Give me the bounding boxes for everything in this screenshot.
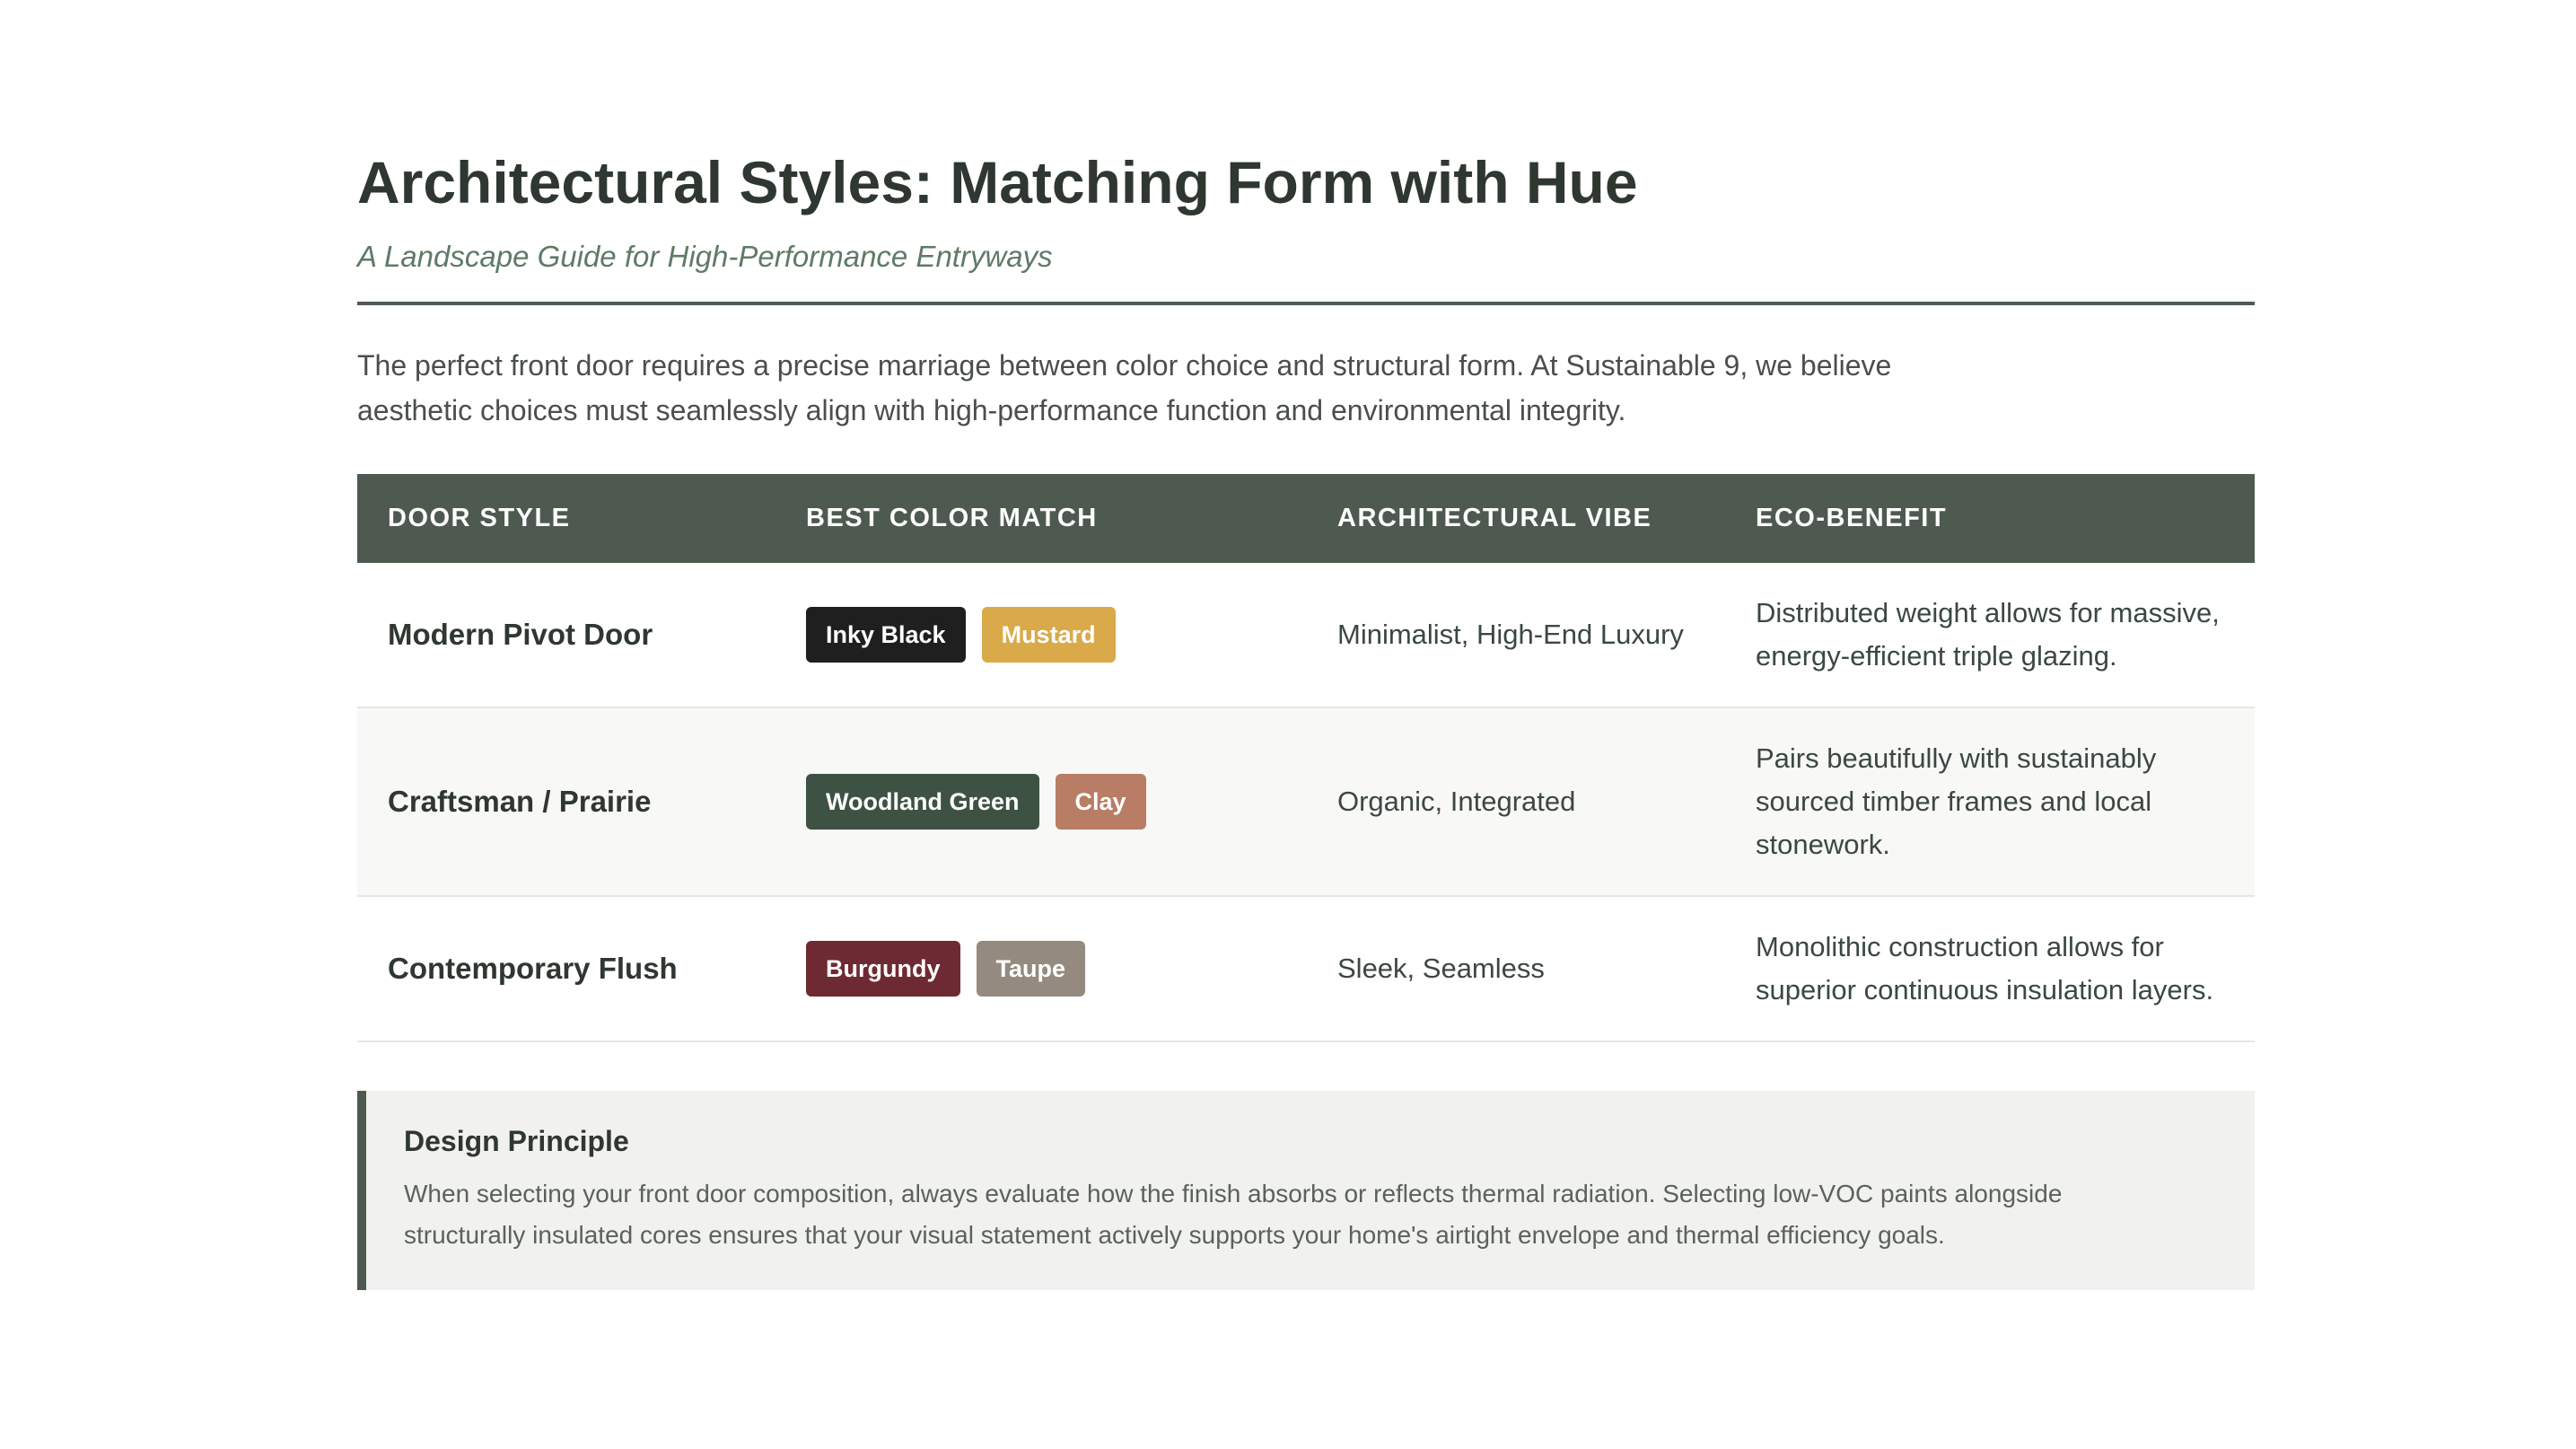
color-match-cell: Woodland Green Clay [775,707,1307,897]
color-swatch: Mustard [981,607,1116,663]
title-divider [357,302,2255,305]
table-row: Craftsman / Prairie Woodland Green Clay O… [357,707,2255,897]
color-match-cell: Inky Black Mustard [775,563,1307,708]
door-style-table: DOOR STYLE BEST COLOR MATCH ARCHITECTURA… [357,474,2255,1042]
table-row: Contemporary Flush Burgundy Taupe Sleek, … [357,896,2255,1042]
eco-benefit: Pairs beautifully with sustainably sourc… [1725,707,2255,897]
design-principle-text: When selecting your front door compositi… [404,1180,2063,1249]
column-header-architectural-vibe: ARCHITECTURAL VIBE [1307,474,1725,563]
color-swatch: Inky Black [806,607,966,663]
color-swatch: Clay [1055,774,1146,830]
architectural-vibe: Organic, Integrated [1337,786,1576,817]
eco-benefit: Monolithic construction allows for super… [1725,896,2255,1042]
color-swatch: Taupe [976,941,1086,997]
architectural-vibe: Minimalist, High-End Luxury [1337,619,1684,650]
door-style-name: Craftsman / Prairie [388,785,652,818]
column-header-eco-benefit: ECO-BENEFIT [1725,474,2255,563]
color-match-cell: Burgundy Taupe [775,896,1307,1042]
design-principle-callout: Design Principle When selecting your fro… [357,1091,2255,1290]
page-title: Architectural Styles: Matching Form with… [357,149,1638,215]
door-style-name: Contemporary Flush [388,952,678,985]
color-swatch: Burgundy [806,941,960,997]
page-subtitle: A Landscape Guide for High-Performance E… [357,240,1053,273]
color-swatch: Woodland Green [806,774,1039,830]
column-header-door-style: DOOR STYLE [357,474,775,563]
design-principle-title: Design Principle [404,1125,629,1157]
page: Architectural Styles: Matching Form with… [357,144,2255,1290]
table-row: Modern Pivot Door Inky Black Mustard Mini… [357,563,2255,708]
architectural-vibe: Sleek, Seamless [1337,953,1545,984]
door-style-name: Modern Pivot Door [388,618,653,651]
intro-paragraph: The perfect front door requires a precis… [357,349,1892,426]
eco-benefit: Distributed weight allows for massive, e… [1725,563,2255,708]
table-header-row: DOOR STYLE BEST COLOR MATCH ARCHITECTURA… [357,474,2255,563]
column-header-best-color-match: BEST COLOR MATCH [775,474,1307,563]
